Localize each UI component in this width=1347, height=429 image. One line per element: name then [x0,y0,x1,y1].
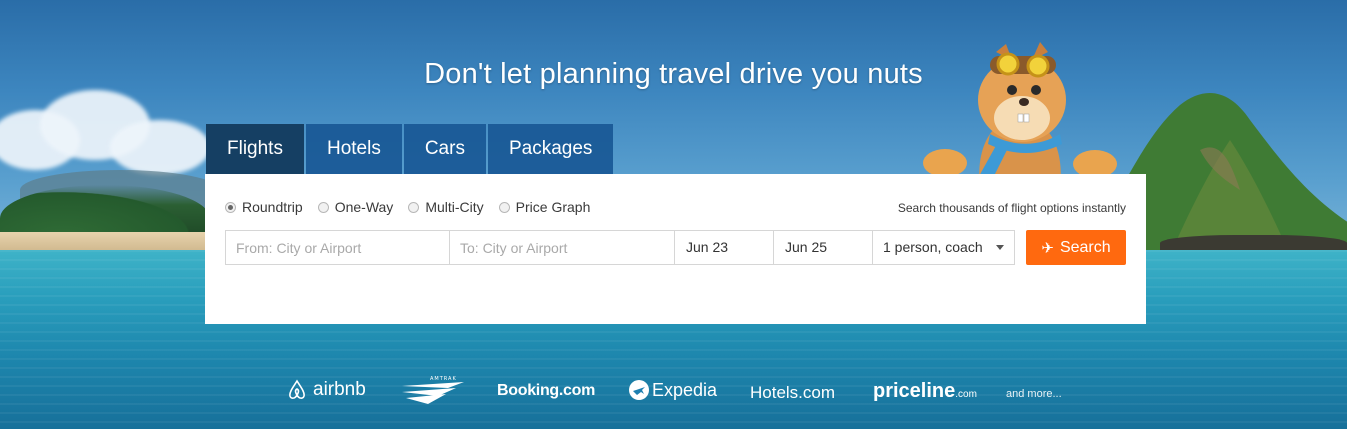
return-date-field[interactable]: Jun 25 [773,230,873,265]
page-headline: Don't let planning travel drive you nuts [424,58,923,90]
search-button-label: Search [1059,238,1111,256]
origin-input[interactable] [225,230,450,265]
priceline-wordmark: priceline [873,380,956,402]
depart-date-field[interactable]: Jun 23 [674,230,774,265]
amtrak-icon: AMTRAK [402,376,464,404]
option-one-way-label: One-Way [334,199,394,215]
amtrak-logo: AMTRAK [398,374,466,411]
option-multi-city-label: Multi-City [425,199,484,215]
tab-cars[interactable]: Cars [403,124,486,174]
travellers-value: 1 person, coach [883,239,983,255]
option-one-way[interactable]: One-Way [317,199,394,215]
squirrel-mascot-icon [923,42,1117,188]
option-price-graph-label: Price Graph [515,199,591,215]
cloud [110,120,210,175]
priceline-suffix: .com [955,389,977,400]
product-tabs: Flights Hotels Cars Packages [206,124,615,174]
search-tagline: Search thousands of flight options insta… [897,201,1126,215]
amtrak-wordmark: AMTRAK [430,376,457,382]
option-price-graph[interactable]: Price Graph [498,199,591,215]
tab-flights[interactable]: Flights [206,124,304,174]
multi-city-radio[interactable] [408,201,420,213]
expedia-logo: Expedia [628,379,717,401]
globe-plane-icon [629,380,649,400]
travellers-select[interactable]: 1 person, coach [872,230,1015,265]
airbnb-logo: airbnb [285,378,366,402]
airbnb-wordmark: airbnb [313,379,366,400]
airbnb-icon [289,379,305,399]
one-way-radio[interactable] [317,201,329,213]
search-fields: Jun 23 Jun 25 1 person, coach [225,230,1015,265]
hotels-logo: Hotels.com [750,383,836,402]
tab-hotels[interactable]: Hotels [305,124,402,174]
roundtrip-radio[interactable] [225,201,236,213]
search-button[interactable]: ✈ Search [1026,230,1126,265]
tab-packages[interactable]: Packages [487,124,614,174]
option-multi-city[interactable]: Multi-City [408,199,484,215]
destination-input[interactable] [449,230,675,265]
priceline-logo: priceline.com [873,380,977,403]
booking-logo: Booking.com [497,382,596,399]
more-partners-text: and more... [1006,388,1062,400]
airplane-icon: ✈ [1041,239,1054,257]
expedia-wordmark: Expedia [652,379,718,400]
trip-type-options: Roundtrip One-Way Multi-City Price Graph [225,199,605,215]
flight-search-panel: Roundtrip One-Way Multi-City Price Graph… [205,174,1146,324]
option-roundtrip[interactable]: Roundtrip [225,199,303,215]
chevron-down-icon [996,245,1004,250]
option-roundtrip-label: Roundtrip [242,199,303,215]
price-graph-radio[interactable] [498,201,510,213]
partner-logos: airbnb AMTRAK Booking.com Expedia Hotels… [0,372,1347,412]
